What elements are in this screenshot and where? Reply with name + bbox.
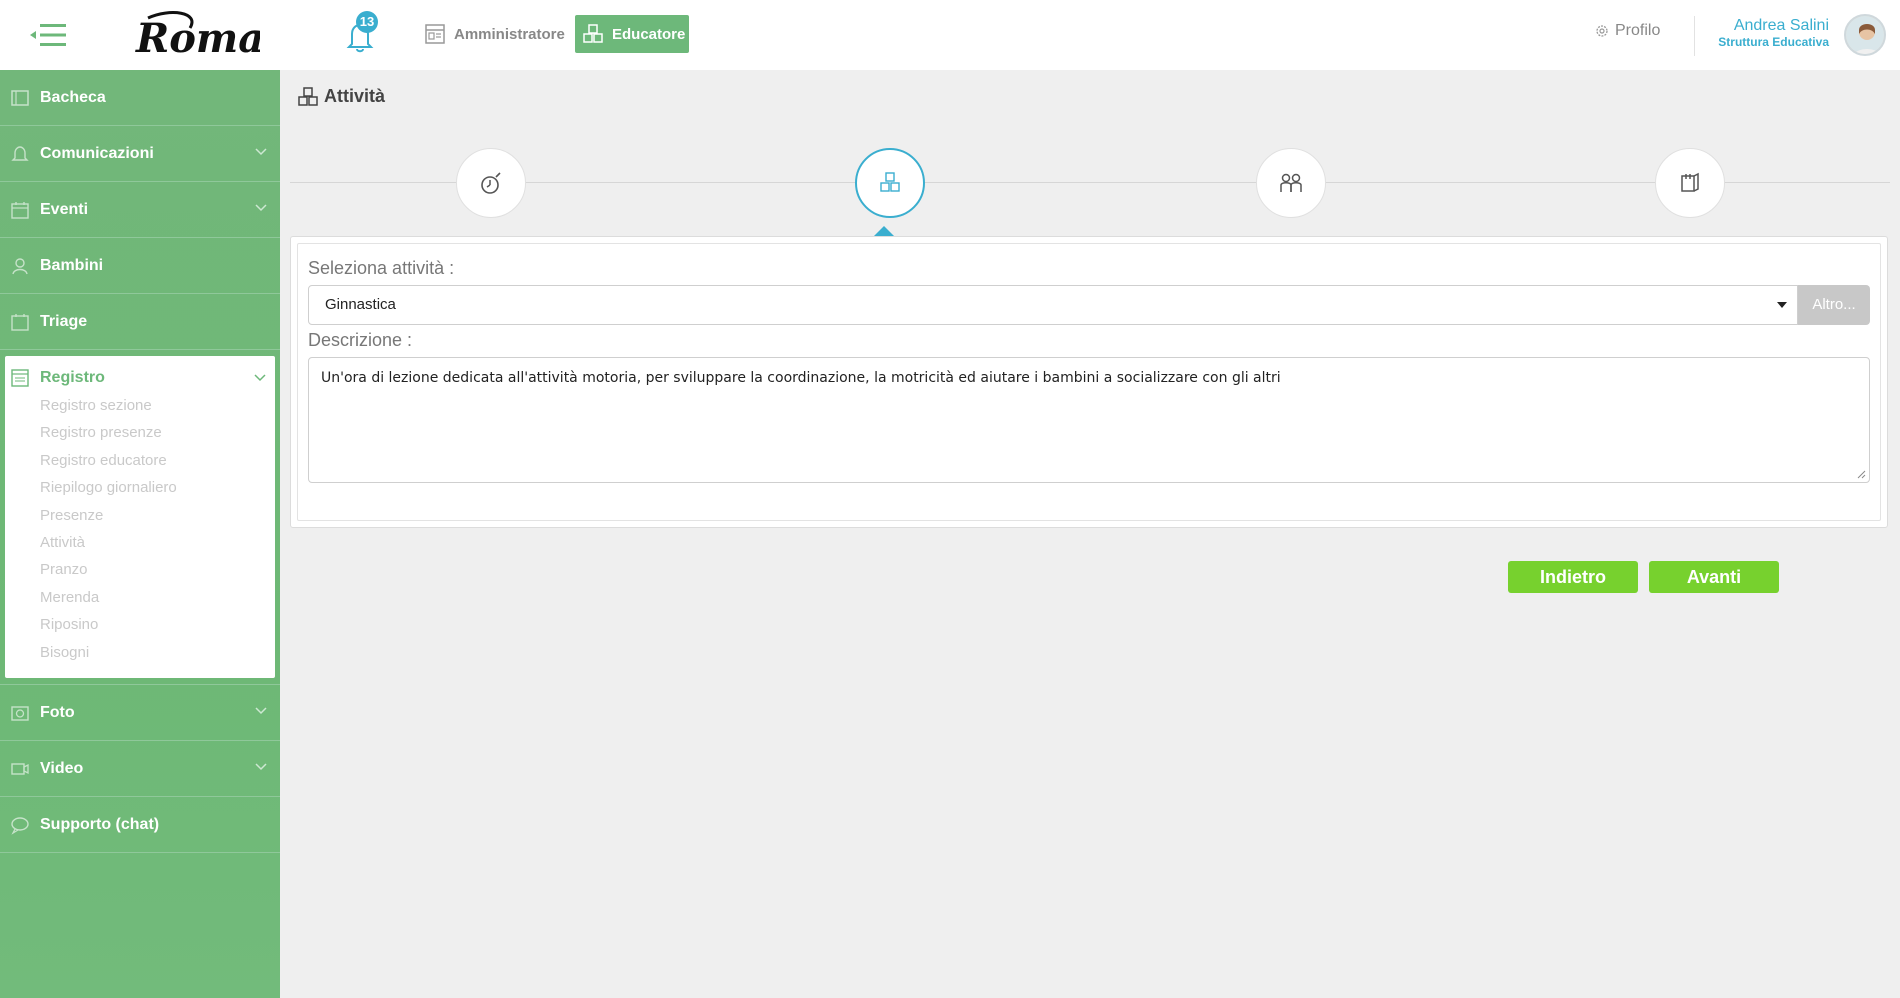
chat-icon <box>10 815 30 835</box>
top-header: Roma 13 Amministratore Educatore Profilo… <box>0 0 1900 70</box>
sidebar-item-label: Video <box>40 759 84 777</box>
sidebar-subitem-bisogni[interactable]: Bisogni <box>5 639 275 666</box>
sidebar-item-label: Foto <box>40 703 75 721</box>
sidebar-item-video[interactable]: Video <box>0 741 280 797</box>
sidebar-item-foto[interactable]: Foto <box>0 685 280 741</box>
sidebar-item-label: Comunicazioni <box>40 144 154 162</box>
notes-icon <box>1681 172 1699 192</box>
sidebar-item-bambini[interactable]: Bambini <box>0 238 280 294</box>
admin-icon <box>425 24 445 44</box>
people-icon <box>1280 173 1302 192</box>
page-title-text: Attività <box>324 86 386 106</box>
description-label: Descrizione : <box>308 330 413 350</box>
role-amministratore-button[interactable]: Amministratore <box>417 15 569 53</box>
chevron-down-icon <box>255 707 267 715</box>
photo-icon <box>10 703 30 723</box>
activity-form-panel: Seleziona attività : Ginnastica Altro...… <box>290 236 1888 528</box>
sidebar-subitem-registro-sezione[interactable]: Registro sezione <box>5 392 275 419</box>
educator-icon <box>583 24 603 43</box>
sidebar-item-label: Triage <box>40 312 88 330</box>
roma-logo[interactable]: Roma <box>130 6 264 66</box>
sidebar-item-comunicazioni[interactable]: Comunicazioni <box>0 126 280 182</box>
children-icon <box>10 256 30 276</box>
notifications-count-badge[interactable]: 13 <box>356 11 378 33</box>
description-textarea[interactable]: Un'ora di lezione dedicata all'attività … <box>308 357 1870 483</box>
sidebar-item-label: Registro <box>40 369 105 386</box>
sidebar-item-eventi[interactable]: Eventi <box>0 182 280 238</box>
blocks-icon <box>880 172 900 192</box>
profile-label: Profilo <box>1615 22 1661 39</box>
chevron-down-icon <box>255 204 267 212</box>
sidebar-item-triage[interactable]: Triage <box>0 294 280 350</box>
select-activity-label: Seleziona attività : <box>308 258 455 278</box>
active-step-indicator <box>874 226 894 236</box>
video-icon <box>10 759 30 779</box>
sidebar-item-supporto-chat[interactable]: Supporto (chat) <box>0 797 280 853</box>
menu-toggle-icon[interactable] <box>28 20 72 50</box>
blocks-icon <box>298 86 318 106</box>
sidebar-item-label: Supporto (chat) <box>40 815 160 833</box>
chevron-down-icon <box>254 374 266 382</box>
resize-grip-icon[interactable] <box>1856 469 1866 479</box>
sidebar-subitem-riepilogo-giornaliero[interactable]: Riepilogo giornaliero <box>5 474 275 501</box>
user-name[interactable]: Andrea Salini <box>1734 17 1829 35</box>
timer-icon <box>481 172 501 194</box>
triage-icon <box>10 312 30 332</box>
header-divider <box>1694 16 1695 56</box>
chevron-down-icon <box>255 763 267 771</box>
calendar-icon <box>10 200 30 220</box>
activity-form: Seleziona attività : Ginnastica Altro...… <box>297 243 1881 521</box>
sidebar: Bacheca Comunicazioni Eventi Bambini Tri… <box>0 70 280 998</box>
role-amministratore-label: Amministratore <box>454 25 565 43</box>
user-role: Struttura Educativa <box>1718 35 1829 49</box>
gear-icon <box>1596 25 1608 37</box>
avatar[interactable] <box>1844 14 1886 56</box>
altro-button[interactable]: Altro... <box>1798 285 1870 325</box>
logo-text: Roma <box>135 15 260 62</box>
activity-select-value: Ginnastica <box>325 296 396 313</box>
sidebar-subitem-registro-educatore[interactable]: Registro educatore <box>5 447 275 474</box>
wizard-step-4[interactable] <box>1655 148 1725 218</box>
wizard-step-3[interactable] <box>1256 148 1326 218</box>
description-text: Un'ora di lezione dedicata all'attività … <box>321 370 1281 386</box>
sidebar-item-label: Eventi <box>40 200 89 218</box>
caret-down-icon <box>1777 302 1787 308</box>
sidebar-section-registro: Registro Registro sezione Registro prese… <box>5 356 275 678</box>
sidebar-subitem-riposino[interactable]: Riposino <box>5 611 275 638</box>
wizard-step-2[interactable] <box>855 148 925 218</box>
wizard-steps-line <box>290 182 1890 183</box>
sidebar-subitem-pranzo[interactable]: Pranzo <box>5 556 275 583</box>
sidebar-subitem-attivita[interactable]: Attività <box>5 529 275 556</box>
board-icon <box>10 88 30 108</box>
sidebar-subitem-merenda[interactable]: Merenda <box>5 584 275 611</box>
role-educatore-label: Educatore <box>612 25 686 43</box>
sidebar-item-registro[interactable]: Registro <box>5 356 275 392</box>
sidebar-item-label: Bacheca <box>40 88 106 106</box>
sidebar-item-label: Bambini <box>40 256 104 274</box>
activity-select[interactable]: Ginnastica <box>308 285 1798 325</box>
next-button[interactable]: Avanti <box>1649 561 1779 593</box>
register-icon <box>10 368 30 388</box>
sidebar-subitem-registro-presenze[interactable]: Registro presenze <box>5 419 275 446</box>
role-educatore-button[interactable]: Educatore <box>575 15 689 53</box>
wizard-step-1[interactable] <box>456 148 526 218</box>
chevron-down-icon <box>255 148 267 156</box>
bell-icon <box>10 144 30 164</box>
profile-link[interactable]: Profilo <box>1594 22 1660 40</box>
back-button[interactable]: Indietro <box>1508 561 1638 593</box>
page-title: Attività <box>298 86 385 107</box>
sidebar-subitem-presenze[interactable]: Presenze <box>5 502 275 529</box>
sidebar-item-bacheca[interactable]: Bacheca <box>0 70 280 126</box>
